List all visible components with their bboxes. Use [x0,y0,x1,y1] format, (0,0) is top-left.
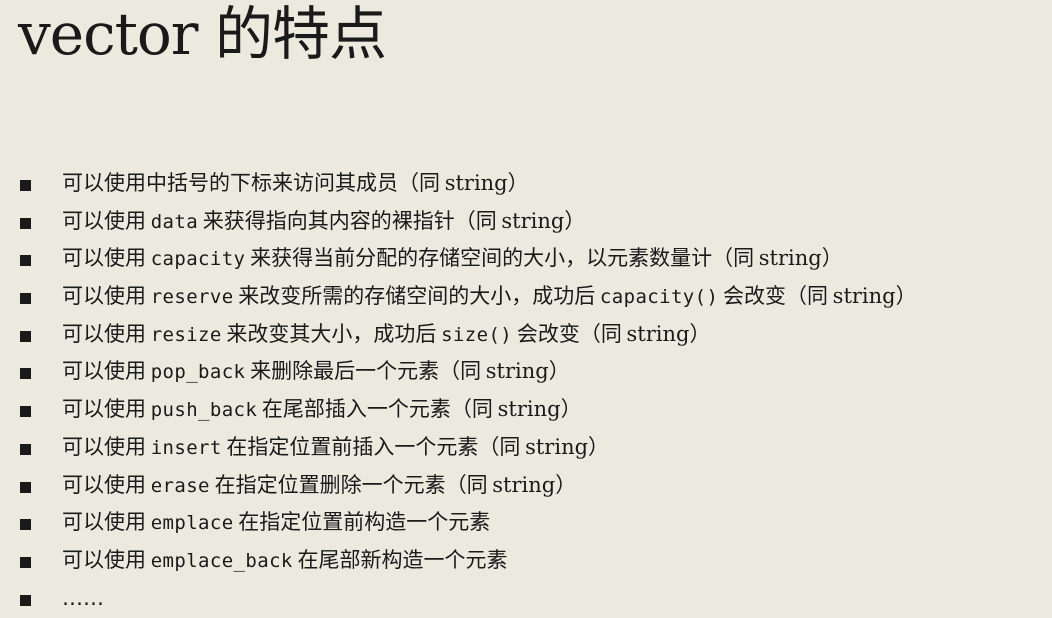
code-term: insert [150,436,222,459]
slide-title: vector 的特点 [18,0,387,68]
code-term: data [150,210,199,233]
latin-term: string [485,359,549,384]
bullet-text-segment: 在指定位置前构造一个元素 [233,510,491,535]
square-bullet-icon [20,180,31,191]
square-bullet-icon [20,556,31,568]
bullet-text-segment: 在尾部新构造一个元素 [292,547,508,572]
latin-term: string [525,434,589,459]
code-term: capacity [150,248,246,271]
bullet-text-segment: 会改变（同 [512,321,627,346]
bullet-text-segment: 在尾部插入一个元素（同 [257,397,498,422]
bullet-item: 可以使用 resize 来改变其大小，成功后 size() 会改变（同 stri… [0,316,917,354]
bullet-text-segment: 会改变（同 [718,284,833,309]
code-term: push_back [150,399,258,422]
square-bullet-icon [20,255,31,267]
latin-term: string [497,397,561,422]
bullet-text-segment: …… [62,585,104,610]
bullet-text-segment: 来删除最后一个元素（同 [245,359,486,384]
bullet-item: 可以使用中括号的下标来访问其成员（同 string） [0,165,917,203]
code-term: emplace [150,512,234,535]
bullet-text: 可以使用 erase 在指定位置删除一个元素（同 string） [62,473,576,497]
latin-term: string [501,208,565,233]
bullet-text-segment: 可以使用 [62,246,151,271]
bullet-text-segment: ） [560,397,582,422]
bullet-text-segment: ） [895,284,917,309]
latin-term: string [492,472,556,497]
code-term: pop_back [150,361,246,384]
bullet-text-segment: 可以使用 [62,397,151,422]
bullet-text-segment: ） [548,359,570,384]
latin-term: string [626,321,690,346]
bullet-text-segment: 可以使用 [62,321,151,346]
bullet-list: 可以使用中括号的下标来访问其成员（同 string） 可以使用 data 来获得指… [0,165,917,617]
latin-term: string [758,246,822,271]
latin-term: string [444,171,508,195]
bullet-text-segment: 在指定位置删除一个元素（同 [209,472,493,497]
code-term: reserve [150,286,234,309]
bullet-text-segment: 可以使用中括号的下标来访问其成员（同 [62,171,445,195]
bullet-item: 可以使用 reserve 来改变所需的存储空间的大小，成功后 capacity(… [0,278,917,316]
bullet-text: 可以使用 data 来获得指向其内容的裸指针（同 string） [62,209,585,233]
bullet-item: 可以使用 data 来获得指向其内容的裸指针（同 string） [0,203,917,241]
bullet-text-segment: 来获得指向其内容的裸指针（同 [198,208,502,233]
bullet-text: 可以使用中括号的下标来访问其成员（同 string） [62,171,529,195]
bullet-text: 可以使用 capacity 来获得当前分配的存储空间的大小，以元素数量计（同 s… [62,246,843,270]
square-bullet-icon [20,519,31,531]
bullet-text: 可以使用 resize 来改变其大小，成功后 size() 会改变（同 stri… [62,322,710,346]
bullet-item: 可以使用 pop_back 来删除最后一个元素（同 string） [0,353,917,391]
bullet-item: 可以使用 erase 在指定位置删除一个元素（同 string） [0,467,917,505]
code-term: resize [150,323,222,346]
code-term: erase [150,474,210,497]
latin-term: string [832,284,896,309]
bullet-text-segment: 来改变其大小，成功后 [221,321,442,346]
bullet-text-segment: 可以使用 [62,472,151,497]
square-bullet-icon [20,481,31,493]
square-bullet-icon [20,217,31,229]
bullet-item: 可以使用 push_back 在尾部插入一个元素（同 string） [0,391,917,429]
square-bullet-icon [20,330,31,342]
bullet-text-segment: 可以使用 [62,359,151,384]
bullet-text-segment: 可以使用 [62,284,151,309]
code-term: size() [441,323,513,346]
bullet-text: 可以使用 push_back 在尾部插入一个元素（同 string） [62,397,582,421]
bullet-text-segment: 在指定位置前插入一个元素（同 [221,434,526,459]
bullet-text-segment: ） [564,208,586,233]
bullet-text-segment: ） [588,434,610,459]
bullet-text-segment: 可以使用 [62,434,151,459]
bullet-text-segment: 来改变所需的存储空间的大小，成功后 [233,284,600,309]
bullet-text-segment: ） [555,472,577,497]
square-bullet-icon [20,368,31,380]
bullet-text-segment: 来获得当前分配的存储空间的大小，以元素数量计（同 [245,246,759,271]
bullet-text: …… [62,586,104,610]
bullet-item: 可以使用 emplace 在指定位置前构造一个元素 [0,504,917,542]
square-bullet-icon [20,406,31,418]
bullet-text: 可以使用 pop_back 来删除最后一个元素（同 string） [62,359,570,383]
square-bullet-icon [20,293,31,305]
bullet-text-segment: ） [689,321,711,346]
code-term: emplace_back [150,549,293,572]
bullet-text: 可以使用 insert 在指定位置前插入一个元素（同 string） [62,435,609,459]
bullet-text-segment: 可以使用 [62,208,151,233]
bullet-item: 可以使用 capacity 来获得当前分配的存储空间的大小，以元素数量计（同 s… [0,240,917,278]
bullet-text-segment: ） [821,246,843,271]
bullet-text: 可以使用 reserve 来改变所需的存储空间的大小，成功后 capacity(… [62,284,917,308]
bullet-text: 可以使用 emplace 在指定位置前构造一个元素 [62,510,490,534]
bullet-item: …… [0,580,917,618]
bullet-item: 可以使用 emplace_back 在尾部新构造一个元素 [0,542,917,580]
square-bullet-icon [20,594,31,606]
bullet-text-segment: 可以使用 [62,510,151,535]
bullet-text-segment: ） [507,171,529,195]
bullet-text-segment: 可以使用 [62,547,151,572]
code-term: capacity() [599,286,719,309]
bullet-item: 可以使用 insert 在指定位置前插入一个元素（同 string） [0,429,917,467]
slide: vector 的特点 可以使用中括号的下标来访问其成员（同 string） 可以使… [0,0,1052,618]
square-bullet-icon [20,443,31,455]
bullet-text: 可以使用 emplace_back 在尾部新构造一个元素 [62,548,507,572]
